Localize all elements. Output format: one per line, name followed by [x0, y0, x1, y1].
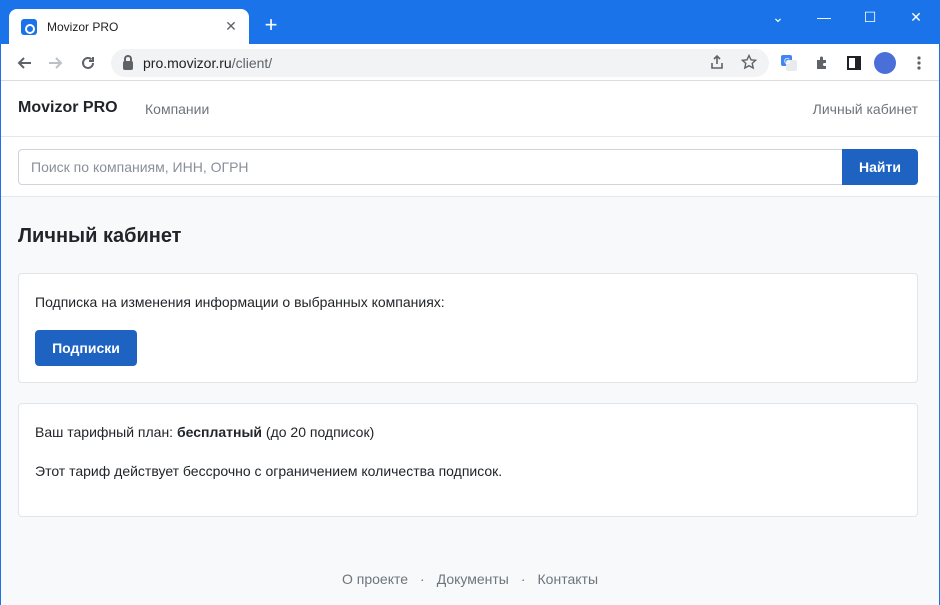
subscriptions-button[interactable]: Подписки	[35, 330, 137, 366]
reload-icon	[82, 56, 94, 69]
back-button[interactable]	[12, 51, 36, 75]
profile-avatar[interactable]	[874, 52, 896, 74]
new-tab-button[interactable]: +	[259, 14, 283, 36]
maximize-button[interactable]: ☐	[847, 1, 893, 33]
forward-button[interactable]	[44, 51, 68, 75]
search-button[interactable]: Найти	[842, 149, 918, 185]
forward-arrow-icon	[49, 57, 63, 69]
close-window-button[interactable]: ✕	[893, 1, 939, 33]
footer-separator: ·	[420, 571, 425, 587]
company-search-input[interactable]	[18, 149, 843, 185]
footer-separator: ·	[520, 571, 526, 587]
lock-icon	[123, 54, 133, 70]
tab-title: Movizor PRO	[47, 19, 119, 34]
browser-window: Movizor PRO ✕ + ⌄ — ☐ ✕ pro.movizor.ru/c…	[0, 0, 940, 605]
tab-close-icon[interactable]: ✕	[223, 18, 239, 35]
tariff-description: Этот тариф действует бессрочно с огранич…	[35, 463, 503, 479]
extensions-puzzle-icon[interactable]	[812, 53, 832, 73]
nav-link-companies[interactable]: Компании	[145, 101, 209, 117]
footer-link-about[interactable]: О проекте	[342, 571, 408, 587]
browser-tab[interactable]: Movizor PRO ✕	[9, 9, 249, 44]
site-footer: О проекте · Документы · Контакты	[1, 571, 939, 587]
address-bar[interactable]: pro.movizor.ru/client/	[111, 49, 769, 77]
tariff-card: Ваш тарифный план: бесплатный (до 20 под…	[18, 403, 918, 517]
footer-link-contacts[interactable]: Контакты	[538, 571, 598, 587]
site-navbar: Movizor PRO Компании Личный кабинет	[1, 81, 939, 137]
side-panel-icon[interactable]	[844, 53, 864, 73]
share-icon[interactable]	[709, 54, 725, 74]
footer-link-documents[interactable]: Документы	[437, 571, 509, 587]
subscriptions-card: Подписка на изменения информации о выбра…	[18, 273, 918, 383]
page-content: Movizor PRO Компании Личный кабинет Найт…	[1, 81, 939, 605]
translate-extension-icon[interactable]: G	[779, 53, 799, 73]
tariff-plan-line: Ваш тарифный план: бесплатный (до 20 под…	[35, 424, 375, 440]
kebab-menu-icon[interactable]	[909, 53, 929, 73]
site-brand[interactable]: Movizor PRO	[18, 99, 118, 117]
minimize-button[interactable]: —	[801, 1, 847, 33]
page-title: Личный кабинет	[18, 225, 182, 247]
url-text: pro.movizor.ru/client/	[143, 55, 273, 71]
browser-titlebar: Movizor PRO ✕ + ⌄ — ☐ ✕	[1, 1, 939, 44]
tab-search-icon[interactable]: ⌄	[755, 1, 801, 33]
subscriptions-description: Подписка на изменения информации о выбра…	[35, 294, 445, 310]
tariff-plan-name: бесплатный	[176, 424, 263, 440]
nav-link-personal-cabinet[interactable]: Личный кабинет	[813, 101, 918, 117]
favicon-icon	[21, 18, 37, 35]
reload-button[interactable]	[76, 51, 100, 75]
bookmark-star-icon[interactable]	[740, 53, 758, 74]
svg-text:G: G	[784, 57, 790, 66]
search-section: Найти	[1, 137, 939, 197]
browser-toolbar: pro.movizor.ru/client/ G	[1, 44, 939, 81]
back-arrow-icon	[17, 57, 31, 69]
